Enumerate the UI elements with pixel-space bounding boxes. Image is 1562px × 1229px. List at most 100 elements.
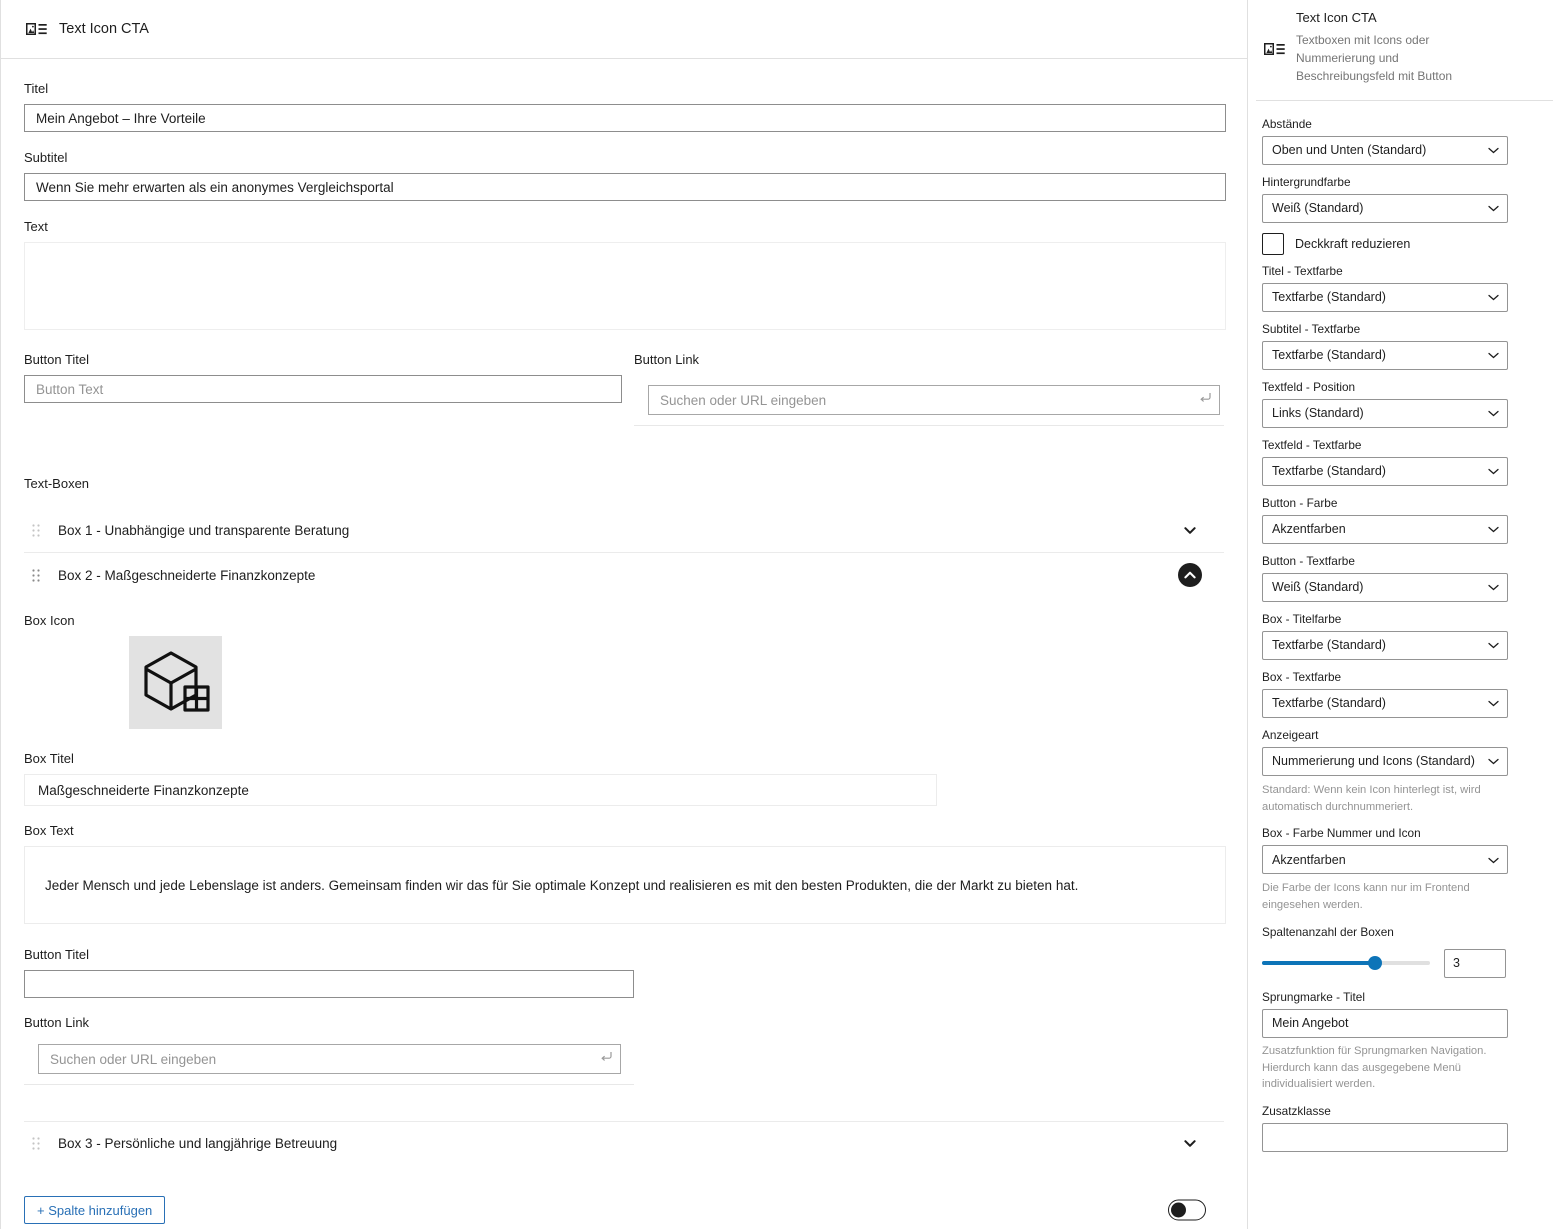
box-farbe-nummer-icon-label: Box - Farbe Nummer und Icon — [1262, 826, 1421, 841]
deckkraft-reduzieren-checkbox[interactable] — [1262, 232, 1284, 255]
button-textfarbe-value: Weiß (Standard) — [1272, 580, 1364, 595]
spaltenanzahl-row — [1262, 948, 1547, 978]
box-button-titel-label: Button Titel — [24, 947, 90, 962]
anzeigeart-help-text: Standard: Wenn kein Icon hinterlegt ist,… — [1262, 783, 1481, 813]
text-label: Text — [24, 219, 48, 234]
enter-arrow-icon[interactable] — [1198, 390, 1213, 410]
text-richtext-area[interactable] — [24, 242, 1226, 330]
chevron-down-icon — [1488, 143, 1499, 157]
abstaende-select[interactable]: Oben und Unten (Standard) — [1262, 135, 1508, 165]
button-titel-col: Button Titel — [24, 352, 634, 426]
add-column-button[interactable]: + Spalte hinzufügen — [24, 1196, 166, 1224]
chevron-down-icon — [1488, 580, 1499, 594]
box-2-content: Box Icon Box Titel Maßgeschneiderte Fina… — [24, 597, 1226, 1085]
chevron-down-icon — [1488, 522, 1499, 536]
box-row-1-title: Box 1 - Unabhängige und transparente Ber… — [58, 523, 350, 538]
box-1-chevron-down-icon[interactable] — [1178, 519, 1202, 543]
box-textfarbe-value: Textfarbe (Standard) — [1272, 696, 1386, 711]
box-row-1[interactable]: Box 1 - Unabhängige und transparente Ber… — [24, 509, 1224, 553]
editor-root: Text Icon CTA Titel Subtitel Text Button… — [0, 0, 1562, 1229]
spaltenanzahl-label: Spaltenanzahl der Boxen — [1262, 924, 1394, 939]
sidebar-controls: Abstände Oben und Unten (Standard) Hinte… — [1248, 101, 1561, 1162]
box-icon-label: Box Icon — [24, 613, 75, 628]
textfeld-position-value: Links (Standard) — [1272, 406, 1364, 421]
box-button-titel-input[interactable] — [24, 970, 634, 998]
zusatzklasse-input[interactable] — [1262, 1123, 1508, 1153]
titel-input[interactable] — [24, 104, 1226, 132]
box-3-chevron-down-icon[interactable] — [1178, 1132, 1202, 1156]
box-2-chevron-up-icon[interactable] — [1178, 563, 1202, 587]
button-link-wrap — [634, 385, 1224, 426]
box-text-textarea[interactable]: Jeder Mensch und jede Lebenslage ist and… — [24, 846, 1226, 924]
chevron-down-icon — [1488, 696, 1499, 710]
drag-handle-icon[interactable] — [25, 1137, 47, 1150]
sprungmarke-titel-input[interactable] — [1262, 1008, 1508, 1038]
textfeld-textfarbe-value: Textfarbe (Standard) — [1272, 464, 1386, 479]
abstaende-value: Oben und Unten (Standard) — [1272, 143, 1427, 158]
textfeld-textfarbe-select[interactable]: Textfarbe (Standard) — [1262, 456, 1508, 486]
drag-handle-icon[interactable] — [25, 524, 47, 537]
sprungmarke-titel-label: Sprungmarke - Titel — [1262, 989, 1365, 1004]
box-row-2[interactable]: Box 2 - Maßgeschneiderte Finanzkonzepte — [24, 553, 1224, 597]
box-farbe-nummer-icon-select[interactable]: Akzentfarben — [1262, 845, 1508, 875]
box-textfarbe-select[interactable]: Textfarbe (Standard) — [1262, 688, 1508, 718]
box-titelfarbe-label: Box - Titelfarbe — [1262, 611, 1342, 626]
hintergrundfarbe-select[interactable]: Weiß (Standard) — [1262, 193, 1508, 223]
subtitel-textfarbe-select[interactable]: Textfarbe (Standard) — [1262, 340, 1508, 370]
anzeigeart-select[interactable]: Nummerierung und Icons (Standard) — [1262, 746, 1508, 776]
textfeld-position-label: Textfeld - Position — [1262, 379, 1356, 394]
chevron-down-icon — [1488, 348, 1499, 362]
box-button-link-label: Button Link — [24, 1015, 90, 1030]
box-farbe-nummer-icon-value: Akzentfarben — [1272, 852, 1346, 867]
slider-thumb[interactable] — [1368, 956, 1382, 971]
toggle-knob — [1171, 1202, 1186, 1218]
media-text-icon — [26, 22, 47, 36]
chevron-down-icon — [1488, 406, 1499, 420]
deckkraft-reduzieren-row[interactable]: Deckkraft reduzieren — [1262, 232, 1547, 255]
box-button-link-control[interactable] — [38, 1044, 621, 1074]
spaltenanzahl-number-input[interactable] — [1444, 948, 1506, 978]
sidebar-block-card: Text Icon CTA Textboxen mit Icons oder N… — [1256, 0, 1553, 101]
block-toggle-switch[interactable] — [1168, 1199, 1206, 1221]
box-icon-preview[interactable] — [129, 636, 222, 729]
box-row-3[interactable]: Box 3 - Persönliche und langjährige Betr… — [24, 1121, 1224, 1165]
textfeld-position-select[interactable]: Links (Standard) — [1262, 398, 1508, 428]
textfeld-textfarbe-label: Textfeld - Textfarbe — [1262, 437, 1362, 452]
sidebar-block-description: Textboxen mit Icons oder Nummerierung un… — [1296, 33, 1453, 84]
chevron-down-icon — [1488, 638, 1499, 652]
box-farbe-help-text: Die Farbe der Icons kann nur im Frontend… — [1262, 882, 1470, 912]
button-titel-input[interactable] — [24, 375, 622, 403]
drag-handle-icon[interactable] — [25, 568, 47, 582]
box-text-label: Box Text — [24, 823, 74, 838]
box-titelfarbe-select[interactable]: Textfarbe (Standard) — [1262, 630, 1508, 660]
subtitel-textfarbe-label: Subtitel - Textfarbe — [1262, 321, 1361, 336]
button-link-input[interactable] — [649, 386, 1219, 414]
cube-icon — [141, 645, 211, 720]
enter-arrow-icon[interactable] — [599, 1049, 614, 1069]
box-titel-input[interactable] — [24, 774, 937, 806]
slider-filled-track — [1262, 961, 1375, 966]
chevron-down-icon — [1488, 290, 1499, 304]
titel-textfarbe-select[interactable]: Textfarbe (Standard) — [1262, 282, 1508, 312]
block-settings-sidebar: Text Icon CTA Textboxen mit Icons oder N… — [1248, 0, 1561, 1229]
chevron-down-icon — [1488, 754, 1499, 768]
button-textfarbe-label: Button - Textfarbe — [1262, 553, 1355, 568]
block-body: Titel Subtitel Text Button Titel Button … — [1, 59, 1247, 1229]
titel-textfarbe-value: Textfarbe (Standard) — [1272, 290, 1386, 305]
box-titelfarbe-value: Textfarbe (Standard) — [1272, 638, 1386, 653]
button-textfarbe-select[interactable]: Weiß (Standard) — [1262, 572, 1508, 602]
deckkraft-reduzieren-label: Deckkraft reduzieren — [1295, 236, 1411, 251]
subtitel-label: Subtitel — [24, 150, 68, 165]
box-button-link-input[interactable] — [39, 1045, 620, 1073]
box-row-3-title: Box 3 - Persönliche und langjährige Betr… — [58, 1136, 338, 1151]
button-link-control[interactable] — [648, 385, 1220, 415]
spaltenanzahl-slider[interactable] — [1262, 956, 1430, 971]
chevron-down-icon — [1488, 464, 1499, 478]
anzeigeart-value: Nummerierung und Icons (Standard) — [1272, 754, 1475, 769]
sprungmarke-help-text: Zusatzfunktion für Sprungmarken Navigati… — [1262, 1044, 1487, 1091]
subtitel-input[interactable] — [24, 173, 1226, 201]
button-farbe-select[interactable]: Akzentfarben — [1262, 514, 1508, 544]
button-link-col: Button Link — [634, 352, 1224, 426]
textboxen-label: Text-Boxen — [24, 476, 90, 491]
chevron-down-icon — [1488, 853, 1499, 867]
